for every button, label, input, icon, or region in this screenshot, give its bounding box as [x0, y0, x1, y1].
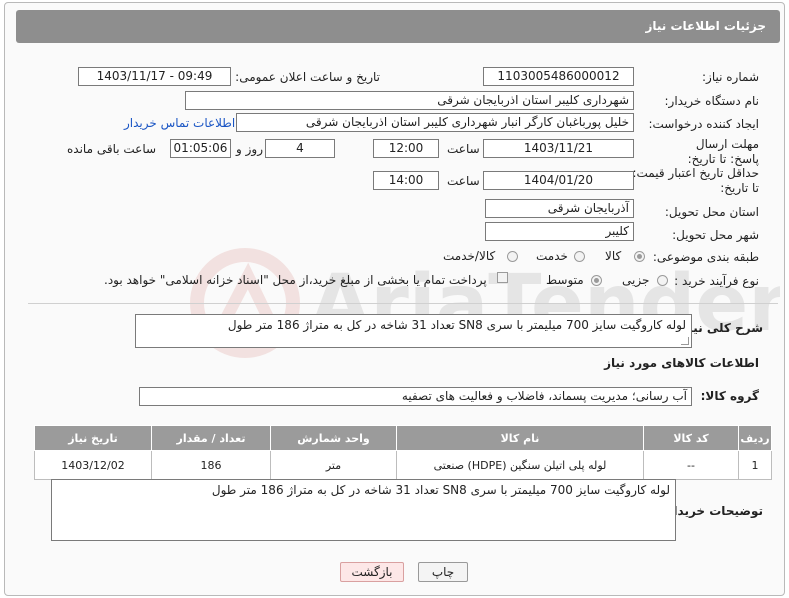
goods-group-field: آب رسانی؛ مدیریت پسماند، فاضلاب و فعالیت…	[139, 387, 692, 406]
buyer-notes-label: توضیحات خریدار:	[661, 504, 763, 518]
remaining-word: ساعت باقی مانده	[67, 142, 157, 156]
need-number-field: 1103005486000012	[483, 67, 634, 86]
category-option-goods: کالا	[605, 249, 622, 263]
print-button[interactable]: چاپ	[418, 562, 468, 582]
resize-handle[interactable]	[681, 337, 689, 345]
price-validity-time-word: ساعت	[447, 174, 480, 188]
remaining-time-field: 01:05:06	[170, 139, 231, 158]
goods-info-title: اطلاعات کالاهای مورد نیاز	[604, 356, 759, 370]
col-code: کد کالا	[643, 425, 739, 451]
process-radio-partial[interactable]	[657, 275, 668, 286]
panel-title: جزئیات اطلاعات نیاز	[645, 19, 766, 33]
deadline-time-word: ساعت	[447, 142, 480, 156]
price-validity-time-field: 14:00	[373, 171, 439, 190]
process-option-medium: متوسط	[546, 273, 584, 287]
goods-group-label: گروه کالا:	[700, 389, 759, 403]
province-label: استان محل تحویل:	[664, 205, 759, 219]
panel-header: جزئیات اطلاعات نیاز	[16, 10, 780, 43]
back-button[interactable]: بازگشت	[340, 562, 404, 582]
goods-table: ردیف کد کالا نام کالا واحد شمارش تعداد /…	[34, 425, 772, 480]
cell-row: 1	[738, 450, 772, 480]
treasury-checkbox[interactable]	[497, 272, 508, 283]
description-textarea[interactable]: لوله کاروگیت سایز 700 میلیمتر با سری SN8…	[135, 314, 692, 348]
province-field: آذربایجان شرقی	[485, 199, 634, 218]
creator-field: خلیل پورباغبان کارگر انبار شهرداری کلیبر…	[236, 113, 634, 132]
category-radio-goods[interactable]	[634, 251, 645, 262]
category-label: طبقه بندی موضوعی:	[652, 250, 759, 264]
category-option-goods-service: کالا/خدمت	[443, 249, 496, 263]
announce-label: تاریخ و ساعت اعلان عمومی:	[235, 70, 380, 84]
deadline-label: مهلت ارسال پاسخ: تا تاریخ:	[687, 137, 759, 166]
col-date: تاریخ نیاز	[34, 425, 152, 451]
city-label: شهر محل تحویل:	[672, 228, 759, 242]
cell-date: 1403/12/02	[34, 450, 152, 480]
col-unit: واحد شمارش	[270, 425, 397, 451]
buyer-notes-textarea[interactable]: لوله کاروگیت سایز 700 میلیمتر با سری SN8…	[51, 479, 676, 541]
price-validity-label: حداقل تاریخ اعتبار قیمت: تا تاریخ:	[632, 166, 759, 195]
cell-unit: متر	[270, 450, 397, 480]
col-row: ردیف	[738, 425, 772, 451]
category-radio-goods-service[interactable]	[507, 251, 518, 262]
buyer-label: نام دستگاه خریدار:	[664, 94, 760, 108]
process-label: نوع فرآیند خرید :	[674, 274, 759, 288]
description-text: لوله کاروگیت سایز 700 میلیمتر با سری SN8…	[227, 318, 686, 332]
cell-qty: 186	[151, 450, 271, 480]
deadline-time-field: 12:00	[373, 139, 439, 158]
divider	[28, 303, 778, 304]
days-word: روز و	[236, 142, 263, 156]
payment-note: پرداخت تمام یا بخشی از مبلغ خرید،از محل …	[104, 273, 487, 287]
buyer-notes-text: لوله کاروگیت سایز 700 میلیمتر با سری SN8…	[211, 483, 670, 497]
cell-code: --	[643, 450, 739, 480]
table-header-row: ردیف کد کالا نام کالا واحد شمارش تعداد /…	[34, 425, 772, 451]
process-option-partial: جزیی	[622, 273, 650, 287]
col-qty: تعداد / مقدار	[151, 425, 271, 451]
buyer-field: شهرداری کلیبر استان اذربایجان شرقی	[185, 91, 634, 110]
announce-field: 1403/11/17 - 09:49	[78, 67, 231, 86]
contact-buyer-link[interactable]: اطلاعات تماس خریدار	[124, 116, 235, 130]
process-radio-medium[interactable]	[591, 275, 602, 286]
need-number-label: شماره نیاز:	[702, 70, 759, 84]
price-validity-date-field: 1404/01/20	[483, 171, 634, 190]
cell-name: لوله پلی اتیلن سنگین (HDPE) صنعتی	[396, 450, 644, 480]
col-name: نام کالا	[396, 425, 644, 451]
creator-label: ایجاد کننده درخواست:	[648, 117, 759, 131]
category-radio-service[interactable]	[574, 251, 585, 262]
table-row[interactable]: 1 -- لوله پلی اتیلن سنگین (HDPE) صنعتی م…	[34, 450, 772, 480]
days-field: 4	[265, 139, 335, 158]
deadline-date-field: 1403/11/21	[483, 139, 634, 158]
category-option-service: خدمت	[536, 249, 568, 263]
city-field: کلیبر	[485, 222, 634, 241]
